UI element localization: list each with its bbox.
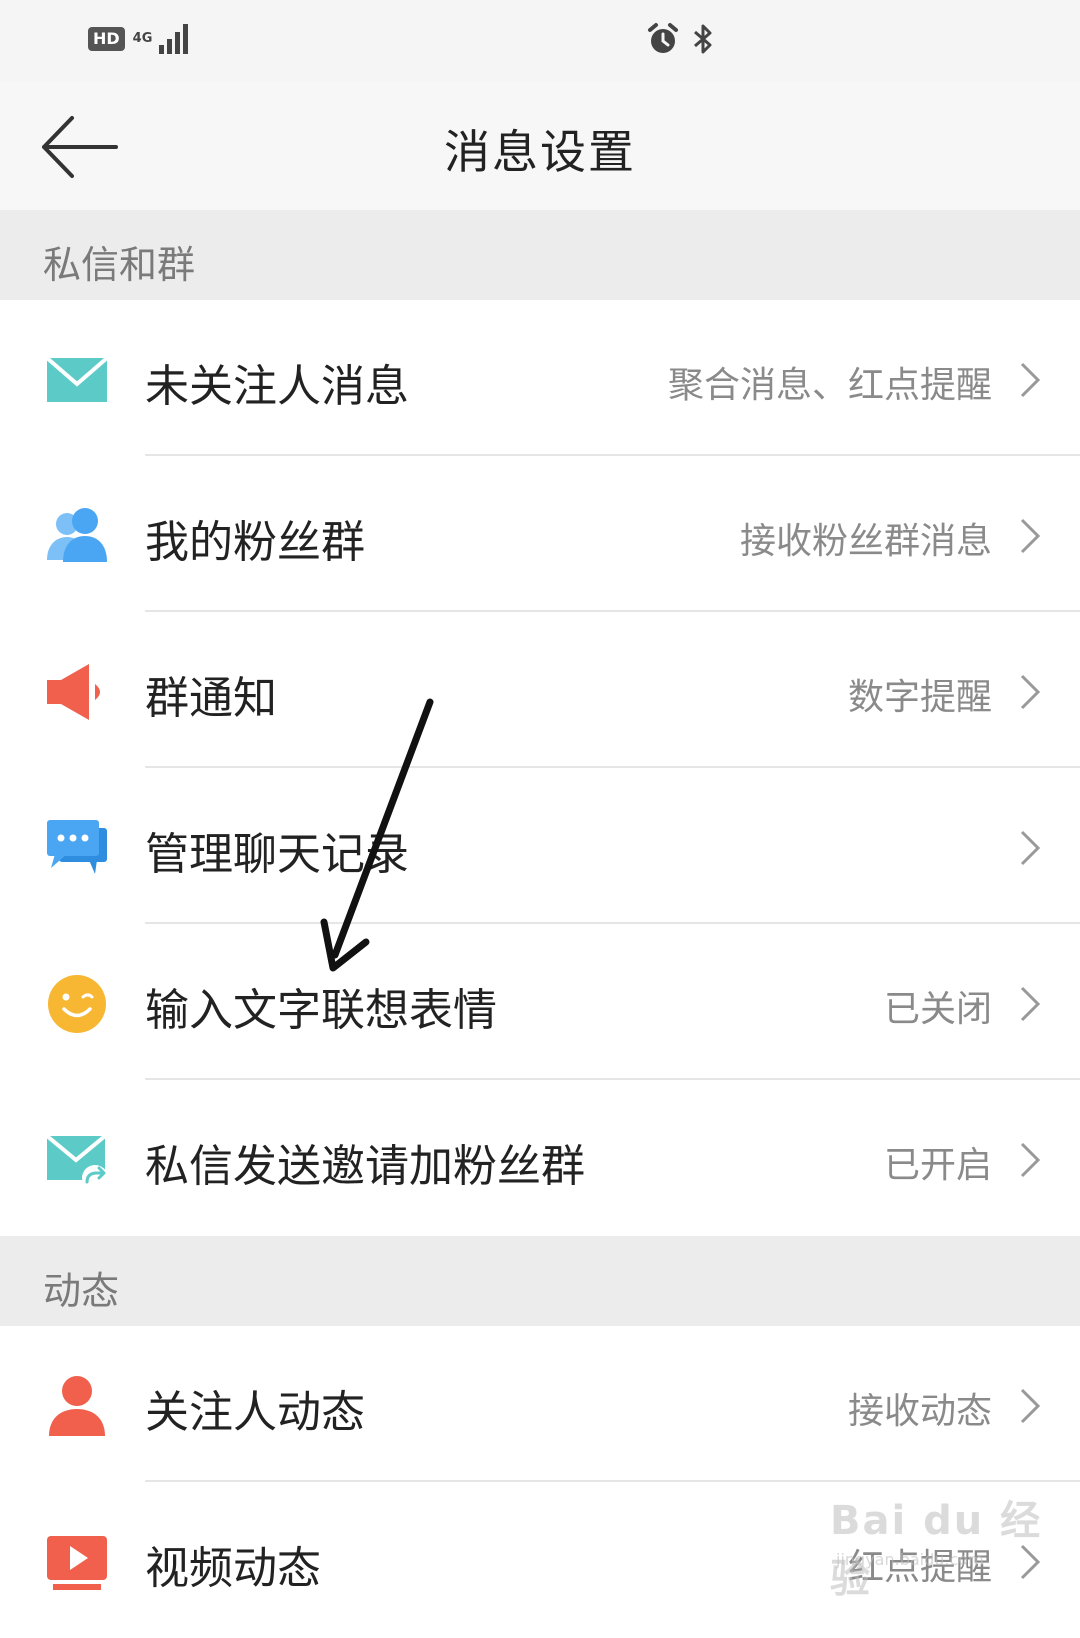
setting-value: 接收动态	[847, 1391, 992, 1432]
page-title: 消息设置	[444, 125, 636, 179]
alarm-icon	[648, 23, 678, 53]
setting-value: 已关闭	[883, 989, 992, 1030]
status-right	[646, 22, 716, 56]
chevron-right-icon	[1020, 674, 1041, 710]
status-bar: HD 4G	[0, 0, 1080, 82]
section-header-activity: 动态	[0, 1236, 1080, 1326]
chevron-right-icon	[1020, 830, 1041, 866]
network-type: 4G	[132, 31, 153, 46]
setting-label: 输入文字联想表情	[145, 985, 497, 1036]
setting-row-group-notification[interactable]: 群通知 数字提醒	[0, 612, 1080, 768]
chat-bubble-icon	[47, 820, 107, 874]
chevron-right-icon	[1020, 518, 1041, 554]
status-left: HD 4G	[88, 24, 188, 54]
setting-label: 私信发送邀请加粉丝群	[145, 1141, 585, 1192]
chevron-right-icon	[1020, 986, 1041, 1022]
signal-icon	[158, 24, 188, 54]
baidu-jingyan-watermark: Bai du 经验	[830, 1498, 1043, 1602]
setting-row-manage-chat-history[interactable]: 管理聊天记录	[0, 768, 1080, 924]
setting-value: 接收粉丝群消息	[739, 521, 992, 562]
setting-label: 视频动态	[145, 1543, 321, 1594]
setting-value: 已开启	[883, 1145, 992, 1186]
setting-label: 我的粉丝群	[145, 517, 365, 568]
chevron-right-icon	[1020, 362, 1041, 398]
setting-value: 聚合消息、红点提醒	[667, 365, 992, 406]
setting-label: 管理聊天记录	[145, 829, 409, 880]
settings-group-private-messages: 未关注人消息 聚合消息、红点提醒 我的粉丝群 接收粉丝群消息 群通知 数字提醒	[0, 300, 1080, 1236]
section-header-private-messages: 私信和群	[0, 210, 1080, 300]
navigation-bar: 消息设置	[0, 82, 1080, 211]
setting-row-fan-group[interactable]: 我的粉丝群 接收粉丝群消息	[0, 456, 1080, 612]
chevron-right-icon	[1020, 1388, 1041, 1424]
hd-badge: HD	[88, 27, 125, 51]
setting-row-emoji-suggestion[interactable]: 输入文字联想表情 已关闭	[0, 924, 1080, 1080]
section-title: 动态	[43, 1269, 120, 1313]
chevron-right-icon	[1020, 1142, 1041, 1178]
setting-label: 未关注人消息	[145, 361, 409, 412]
setting-row-invite-fan-group[interactable]: 私信发送邀请加粉丝群 已开启	[0, 1080, 1080, 1236]
setting-label: 关注人动态	[145, 1387, 365, 1438]
setting-row-unfollowed-messages[interactable]: 未关注人消息 聚合消息、红点提醒	[0, 300, 1080, 456]
smiley-icon	[48, 975, 106, 1033]
person-icon	[49, 1376, 105, 1436]
bluetooth-icon	[694, 24, 712, 54]
setting-row-followed-activity[interactable]: 关注人动态 接收动态	[0, 1326, 1080, 1482]
megaphone-icon	[47, 664, 100, 720]
mail-icon	[45, 356, 109, 402]
people-icon	[47, 508, 107, 562]
setting-value: 数字提醒	[847, 677, 992, 718]
video-icon	[47, 1536, 107, 1590]
section-title: 私信和群	[43, 243, 196, 287]
watermark-url: jingyan.baidu.com	[836, 1550, 984, 1569]
mail-forward-icon	[45, 1134, 108, 1191]
setting-label: 群通知	[145, 673, 277, 724]
